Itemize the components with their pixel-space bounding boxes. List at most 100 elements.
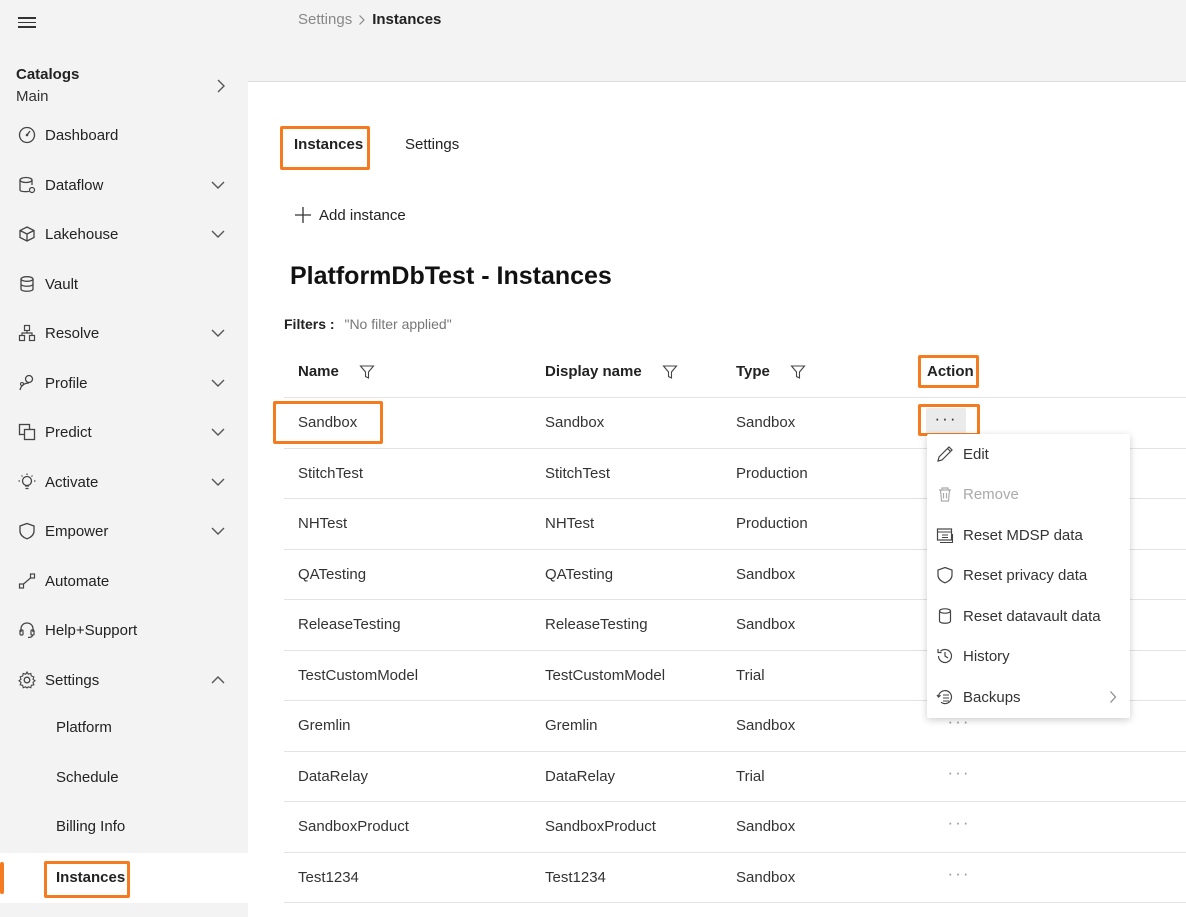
cell-name: NHTest xyxy=(298,515,348,532)
menu-item-remove: Remove xyxy=(927,475,1130,513)
filter-icon[interactable] xyxy=(359,364,375,380)
tab-settings[interactable]: Settings xyxy=(405,136,459,153)
menu-item-label: Remove xyxy=(963,485,1019,503)
cell-name: Gremlin xyxy=(298,717,351,734)
more-actions-icon[interactable]: ··· xyxy=(939,762,979,788)
catalogs-selector[interactable]: Catalogs Main xyxy=(16,64,236,110)
cell-name: StitchTest xyxy=(298,465,364,482)
sidebar-item-help-support[interactable]: Help+Support xyxy=(0,610,248,650)
sidebar-subitem-label: Billing Info xyxy=(56,818,126,835)
column-header-display-name[interactable]: Display name xyxy=(545,363,678,380)
breadcrumb-parent[interactable]: Settings xyxy=(298,11,352,28)
sidebar-item-label: Automate xyxy=(45,572,110,590)
table-row[interactable]: SandboxProduct SandboxProduct Sandbox ··… xyxy=(284,801,1186,852)
sidebar-item-label: Predict xyxy=(45,423,92,441)
cell-name: QATesting xyxy=(298,566,367,583)
cell-display-name: StitchTest xyxy=(545,465,611,482)
trash-icon xyxy=(935,484,955,504)
table-row[interactable]: Test1234 Test1234 Sandbox ··· xyxy=(284,852,1186,903)
chevron-right-icon xyxy=(217,79,225,93)
database-icon xyxy=(17,274,37,294)
sidebar-item-profile[interactable]: Profile xyxy=(0,363,248,403)
cell-type: Production xyxy=(736,465,808,482)
chevron-down-icon xyxy=(211,230,225,238)
sidebar-item-activate[interactable]: Activate xyxy=(0,462,248,502)
catalogs-subtitle: Main xyxy=(16,88,49,105)
chevron-down-icon xyxy=(211,428,225,436)
menu-item-history[interactable]: History xyxy=(927,637,1130,675)
shield-icon xyxy=(17,521,37,541)
chevron-up-icon xyxy=(211,676,225,684)
sidebar-item-label: Vault xyxy=(45,275,79,293)
sidebar-item-label: Activate xyxy=(45,473,99,491)
sidebar-subitem-schedule[interactable]: Schedule xyxy=(0,756,248,800)
chevron-down-icon xyxy=(211,527,225,535)
cell-type: Sandbox xyxy=(736,566,796,583)
filters-value: "No filter applied" xyxy=(344,316,452,332)
menu-item-label: Edit xyxy=(963,445,989,463)
sidebar-subitem-billing-info[interactable]: Billing Info xyxy=(0,805,248,849)
sidebar-item-resolve[interactable]: Resolve xyxy=(0,313,248,353)
more-actions-icon[interactable]: ··· xyxy=(939,812,979,838)
filter-icon[interactable] xyxy=(790,364,806,380)
pencil-icon xyxy=(935,444,955,464)
sidebar-item-label: Lakehouse xyxy=(45,225,119,243)
menu-item-reset-privacy-data[interactable]: Reset privacy data xyxy=(927,556,1130,594)
cell-display-name: Gremlin xyxy=(545,717,598,734)
chevron-right-icon xyxy=(359,14,366,25)
column-header-label: Type xyxy=(736,363,770,380)
filters-summary: Filters : "No filter applied" xyxy=(284,316,452,332)
sidebar-item-settings[interactable]: Settings xyxy=(0,660,248,700)
menu-item-edit[interactable]: Edit xyxy=(927,435,1130,473)
sidebar-item-label: Dataflow xyxy=(45,176,104,194)
predict-icon xyxy=(17,422,37,442)
hamburger-menu-icon[interactable] xyxy=(18,17,38,31)
sidebar-item-dashboard[interactable]: Dashboard xyxy=(0,115,248,155)
database-icon xyxy=(935,606,955,626)
history-icon xyxy=(935,646,955,666)
sidebar-item-predict[interactable]: Predict xyxy=(0,412,248,452)
sidebar-item-lakehouse[interactable]: Lakehouse xyxy=(0,214,248,254)
more-actions-icon[interactable]: ··· xyxy=(939,863,979,889)
more-actions-icon[interactable]: ··· xyxy=(926,408,966,434)
sidebar-item-vault[interactable]: Vault xyxy=(0,264,248,304)
cell-name: DataRelay xyxy=(298,768,369,785)
cell-name: ReleaseTesting xyxy=(298,616,401,633)
column-header-label: Display name xyxy=(545,363,642,380)
menu-item-label: Reset datavault data xyxy=(963,607,1101,625)
sidebar-item-empower[interactable]: Empower xyxy=(0,511,248,551)
shield-icon xyxy=(935,565,955,585)
sidebar-subitem-instances[interactable]: Instances xyxy=(0,853,248,903)
breadcrumb-current: Instances xyxy=(372,11,442,28)
add-instance-button[interactable]: Add instance xyxy=(293,205,406,225)
menu-item-label: Backups xyxy=(963,688,1021,706)
sidebar: Catalogs Main Dashboard Dataflow Lakehou… xyxy=(0,0,248,917)
menu-item-backups[interactable]: Backups xyxy=(927,678,1130,716)
headset-icon xyxy=(17,620,37,640)
cell-name: Sandbox xyxy=(298,414,358,431)
column-header-name[interactable]: Name xyxy=(298,363,375,380)
filter-icon[interactable] xyxy=(662,364,678,380)
menu-item-label: History xyxy=(963,647,1010,665)
dataflow-icon xyxy=(17,175,37,195)
sidebar-item-automate[interactable]: Automate xyxy=(0,561,248,601)
column-header-type[interactable]: Type xyxy=(736,363,806,380)
sidebar-item-label: Settings xyxy=(45,671,100,689)
automate-icon xyxy=(17,571,37,591)
column-header-action: Action xyxy=(927,363,974,380)
reset-mdsp-icon xyxy=(935,525,955,545)
menu-item-reset-datavault-data[interactable]: Reset datavault data xyxy=(927,597,1130,635)
tab-instances[interactable]: Instances xyxy=(294,136,363,153)
menu-item-reset-mdsp-data[interactable]: Reset MDSP data xyxy=(927,516,1130,554)
sidebar-subitem-platform[interactable]: Platform xyxy=(0,706,248,750)
page-title: PlatformDbTest - Instances xyxy=(290,262,612,290)
cell-display-name: ReleaseTesting xyxy=(545,616,648,633)
cube-icon xyxy=(17,224,37,244)
cell-type: Trial xyxy=(736,768,765,785)
filters-label: Filters : xyxy=(284,316,335,332)
sidebar-item-dataflow[interactable]: Dataflow xyxy=(0,165,248,205)
cell-type: Sandbox xyxy=(736,818,796,835)
sidebar-item-label: Profile xyxy=(45,374,88,392)
profile-icon xyxy=(17,373,37,393)
table-row[interactable]: DataRelay DataRelay Trial ··· xyxy=(284,751,1186,802)
